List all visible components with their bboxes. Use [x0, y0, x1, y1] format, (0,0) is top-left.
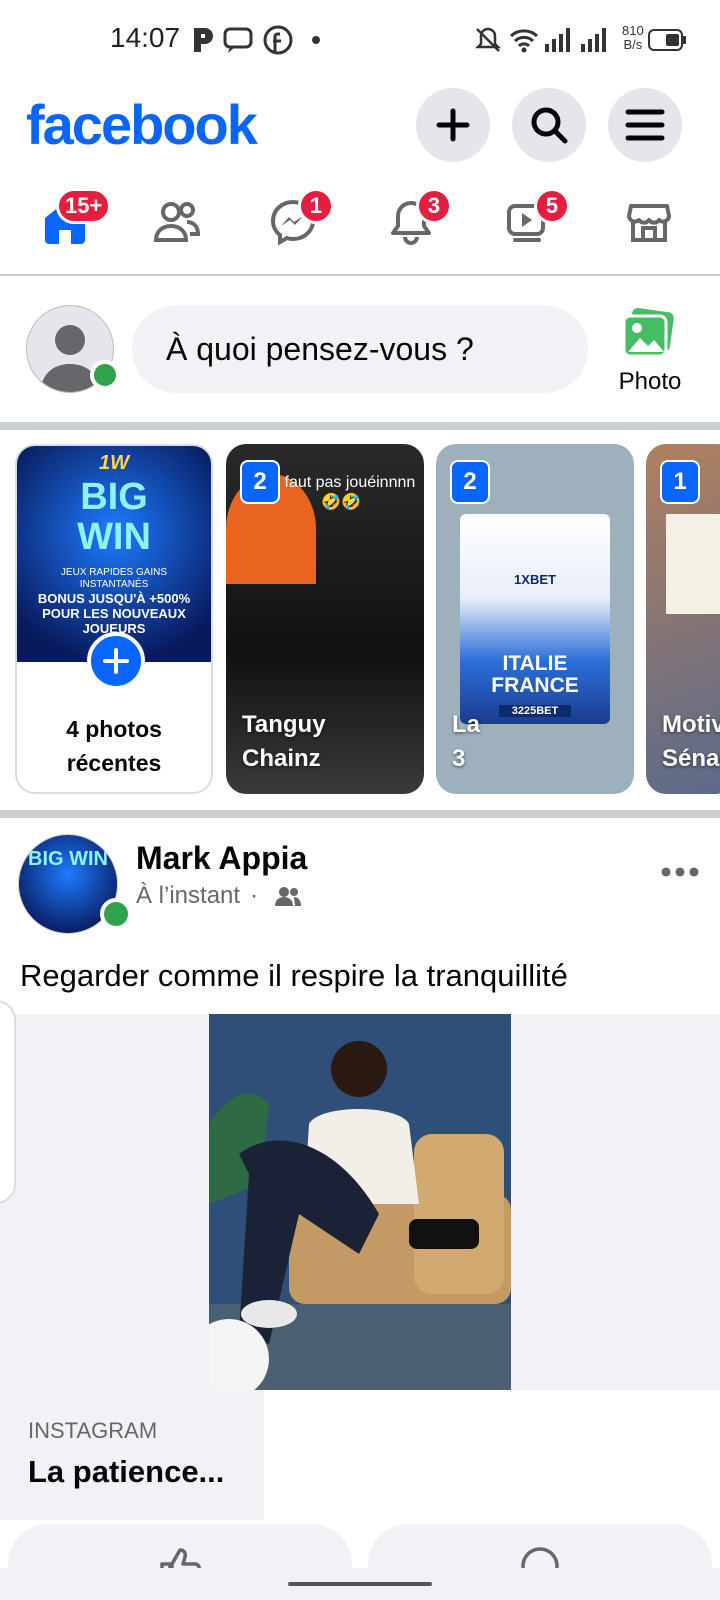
- tab-home[interactable]: 15+: [20, 186, 112, 258]
- menu-button[interactable]: [608, 88, 682, 162]
- home-indicator[interactable]: [288, 1582, 432, 1586]
- edge-panel-handle[interactable]: [0, 1000, 16, 1204]
- post-timestamp: À l’instant ·: [136, 882, 301, 910]
- story-create[interactable]: 1W BIG WIN JEUX RAPIDES GAINS INSTANTANÉ…: [15, 444, 213, 794]
- photo-label[interactable]: Photo: [610, 368, 690, 396]
- story-author: MotivSénac: [662, 711, 720, 772]
- story-count: 2: [240, 460, 280, 504]
- post-author-name[interactable]: Mark Appia: [136, 840, 307, 877]
- status-bar: 14:07 810 B/s: [0, 0, 720, 80]
- story-image: 1XBET ITALIE FRANCE 3225BET: [460, 514, 610, 724]
- story-create-label: 4 photos récentes: [66, 716, 162, 776]
- post-text: Regarder comme il respire la tranquillit…: [20, 958, 568, 993]
- composer-divider: [0, 422, 720, 430]
- status-time: 14:07: [110, 22, 181, 53]
- more-notifications-dot: [312, 36, 320, 44]
- hamburger-icon: [625, 109, 665, 141]
- photo-button[interactable]: [620, 306, 676, 362]
- tab-marketplace[interactable]: [604, 186, 694, 258]
- stories-divider: [0, 810, 720, 818]
- story-image: [666, 514, 720, 614]
- signal-icon-2: [581, 28, 606, 52]
- video-badge: 5: [534, 188, 570, 224]
- search-button[interactable]: [512, 88, 586, 162]
- plus-icon: [103, 648, 129, 674]
- story-author: La 3: [452, 711, 481, 772]
- link-source: INSTAGRAM: [28, 1418, 158, 1443]
- signal-icon-1: [545, 28, 570, 52]
- friends-icon: [153, 202, 201, 242]
- tab-friends[interactable]: [132, 186, 222, 258]
- story-count: 1: [660, 460, 700, 504]
- story-card[interactable]: 1XBET ITALIE FRANCE 3225BET 2 La 3: [436, 444, 634, 794]
- wifi-icon: [509, 29, 539, 53]
- facebook-logo[interactable]: facebook: [26, 92, 258, 157]
- post-photo[interactable]: [209, 1014, 511, 1390]
- facebook-app-icon: [263, 25, 293, 55]
- author-online-indicator: [100, 898, 132, 930]
- story-card[interactable]: M faut pas jouéinnnn 🤣🤣 2 Tanguy Chainz: [226, 444, 424, 794]
- messenger-badge: 1: [298, 188, 334, 224]
- story-count: 2: [450, 460, 490, 504]
- tab-messenger[interactable]: 1: [248, 186, 338, 258]
- tab-video[interactable]: 5: [484, 186, 574, 258]
- post-photo-image: [209, 1014, 511, 1390]
- parking-app-icon: [194, 28, 213, 52]
- add-story-button[interactable]: [87, 632, 145, 690]
- messenger-app-icon: [223, 27, 253, 53]
- online-indicator: [90, 360, 120, 390]
- link-title[interactable]: La patience...: [28, 1454, 238, 1490]
- photo-icon: [622, 308, 674, 358]
- story-card[interactable]: 1 MotivSénac: [646, 444, 720, 794]
- plus-icon: [436, 108, 470, 142]
- story-create-image: 1W BIG WIN JEUX RAPIDES GAINS INSTANTANÉ…: [17, 446, 211, 662]
- nav-divider: [0, 274, 720, 276]
- marketplace-icon: [627, 204, 671, 242]
- battery-icon: [648, 29, 686, 51]
- more-options-icon[interactable]: [660, 866, 700, 878]
- status-composer-input[interactable]: À quoi pensez-vous ?: [132, 305, 588, 393]
- tab-notifications[interactable]: 3: [366, 186, 456, 258]
- network-speed: 810 B/s: [622, 23, 644, 52]
- search-icon: [531, 107, 568, 144]
- story-author: Tanguy Chainz: [242, 711, 326, 772]
- notifications-badge: 3: [416, 188, 452, 224]
- friends-audience-icon: [274, 886, 301, 906]
- mute-icon: [474, 27, 502, 52]
- home-badge: 15+: [56, 188, 112, 224]
- create-button[interactable]: [416, 88, 490, 162]
